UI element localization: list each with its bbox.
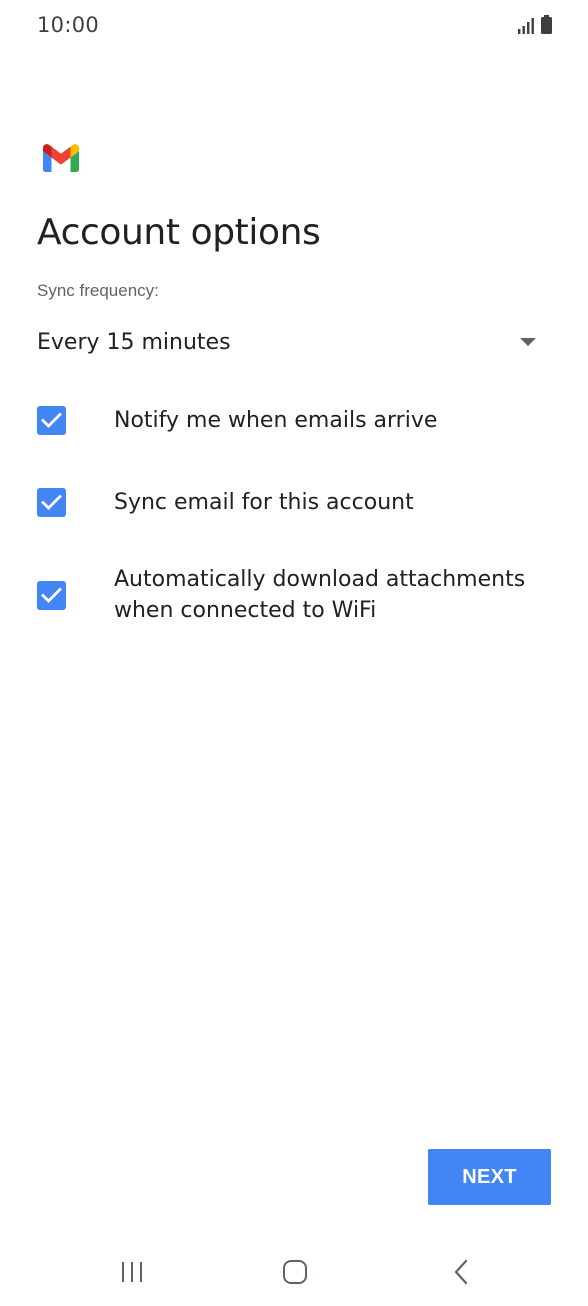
recent-apps-icon bbox=[122, 1262, 142, 1282]
next-button[interactable]: NEXT bbox=[428, 1149, 551, 1205]
sync-frequency-dropdown[interactable]: Every 15 minutes bbox=[37, 322, 539, 362]
signal-icon bbox=[518, 18, 534, 34]
gmail-logo-icon bbox=[43, 144, 79, 172]
sync-email-checkbox[interactable] bbox=[37, 488, 66, 517]
page-title: Account options bbox=[37, 212, 321, 253]
dropdown-arrow-icon bbox=[520, 338, 536, 346]
back-button[interactable] bbox=[437, 1252, 485, 1292]
back-icon bbox=[454, 1259, 468, 1285]
option-sync-row[interactable]: Sync email for this account bbox=[37, 487, 547, 518]
option-download-row[interactable]: Automatically download attachments when … bbox=[37, 564, 547, 626]
status-bar: 10:00 bbox=[0, 0, 588, 52]
option-notify-row[interactable]: Notify me when emails arrive bbox=[37, 405, 547, 436]
status-icons bbox=[518, 15, 552, 34]
home-button[interactable] bbox=[271, 1252, 319, 1292]
navigation-bar bbox=[0, 1240, 588, 1306]
checkmark-icon bbox=[41, 494, 62, 510]
sync-frequency-value: Every 15 minutes bbox=[37, 329, 231, 355]
download-attachments-checkbox[interactable] bbox=[37, 580, 66, 610]
recent-apps-button[interactable] bbox=[108, 1252, 156, 1292]
battery-icon bbox=[541, 15, 552, 34]
sync-frequency-label: Sync frequency: bbox=[37, 281, 159, 300]
sync-email-label: Sync email for this account bbox=[114, 490, 414, 515]
download-attachments-label: Automatically download attachments when … bbox=[114, 567, 526, 623]
status-time: 10:00 bbox=[37, 13, 100, 37]
notify-label: Notify me when emails arrive bbox=[114, 408, 438, 433]
notify-checkbox[interactable] bbox=[37, 406, 66, 435]
home-icon bbox=[283, 1260, 307, 1284]
checkmark-icon bbox=[41, 587, 62, 603]
checkmark-icon bbox=[41, 412, 62, 428]
